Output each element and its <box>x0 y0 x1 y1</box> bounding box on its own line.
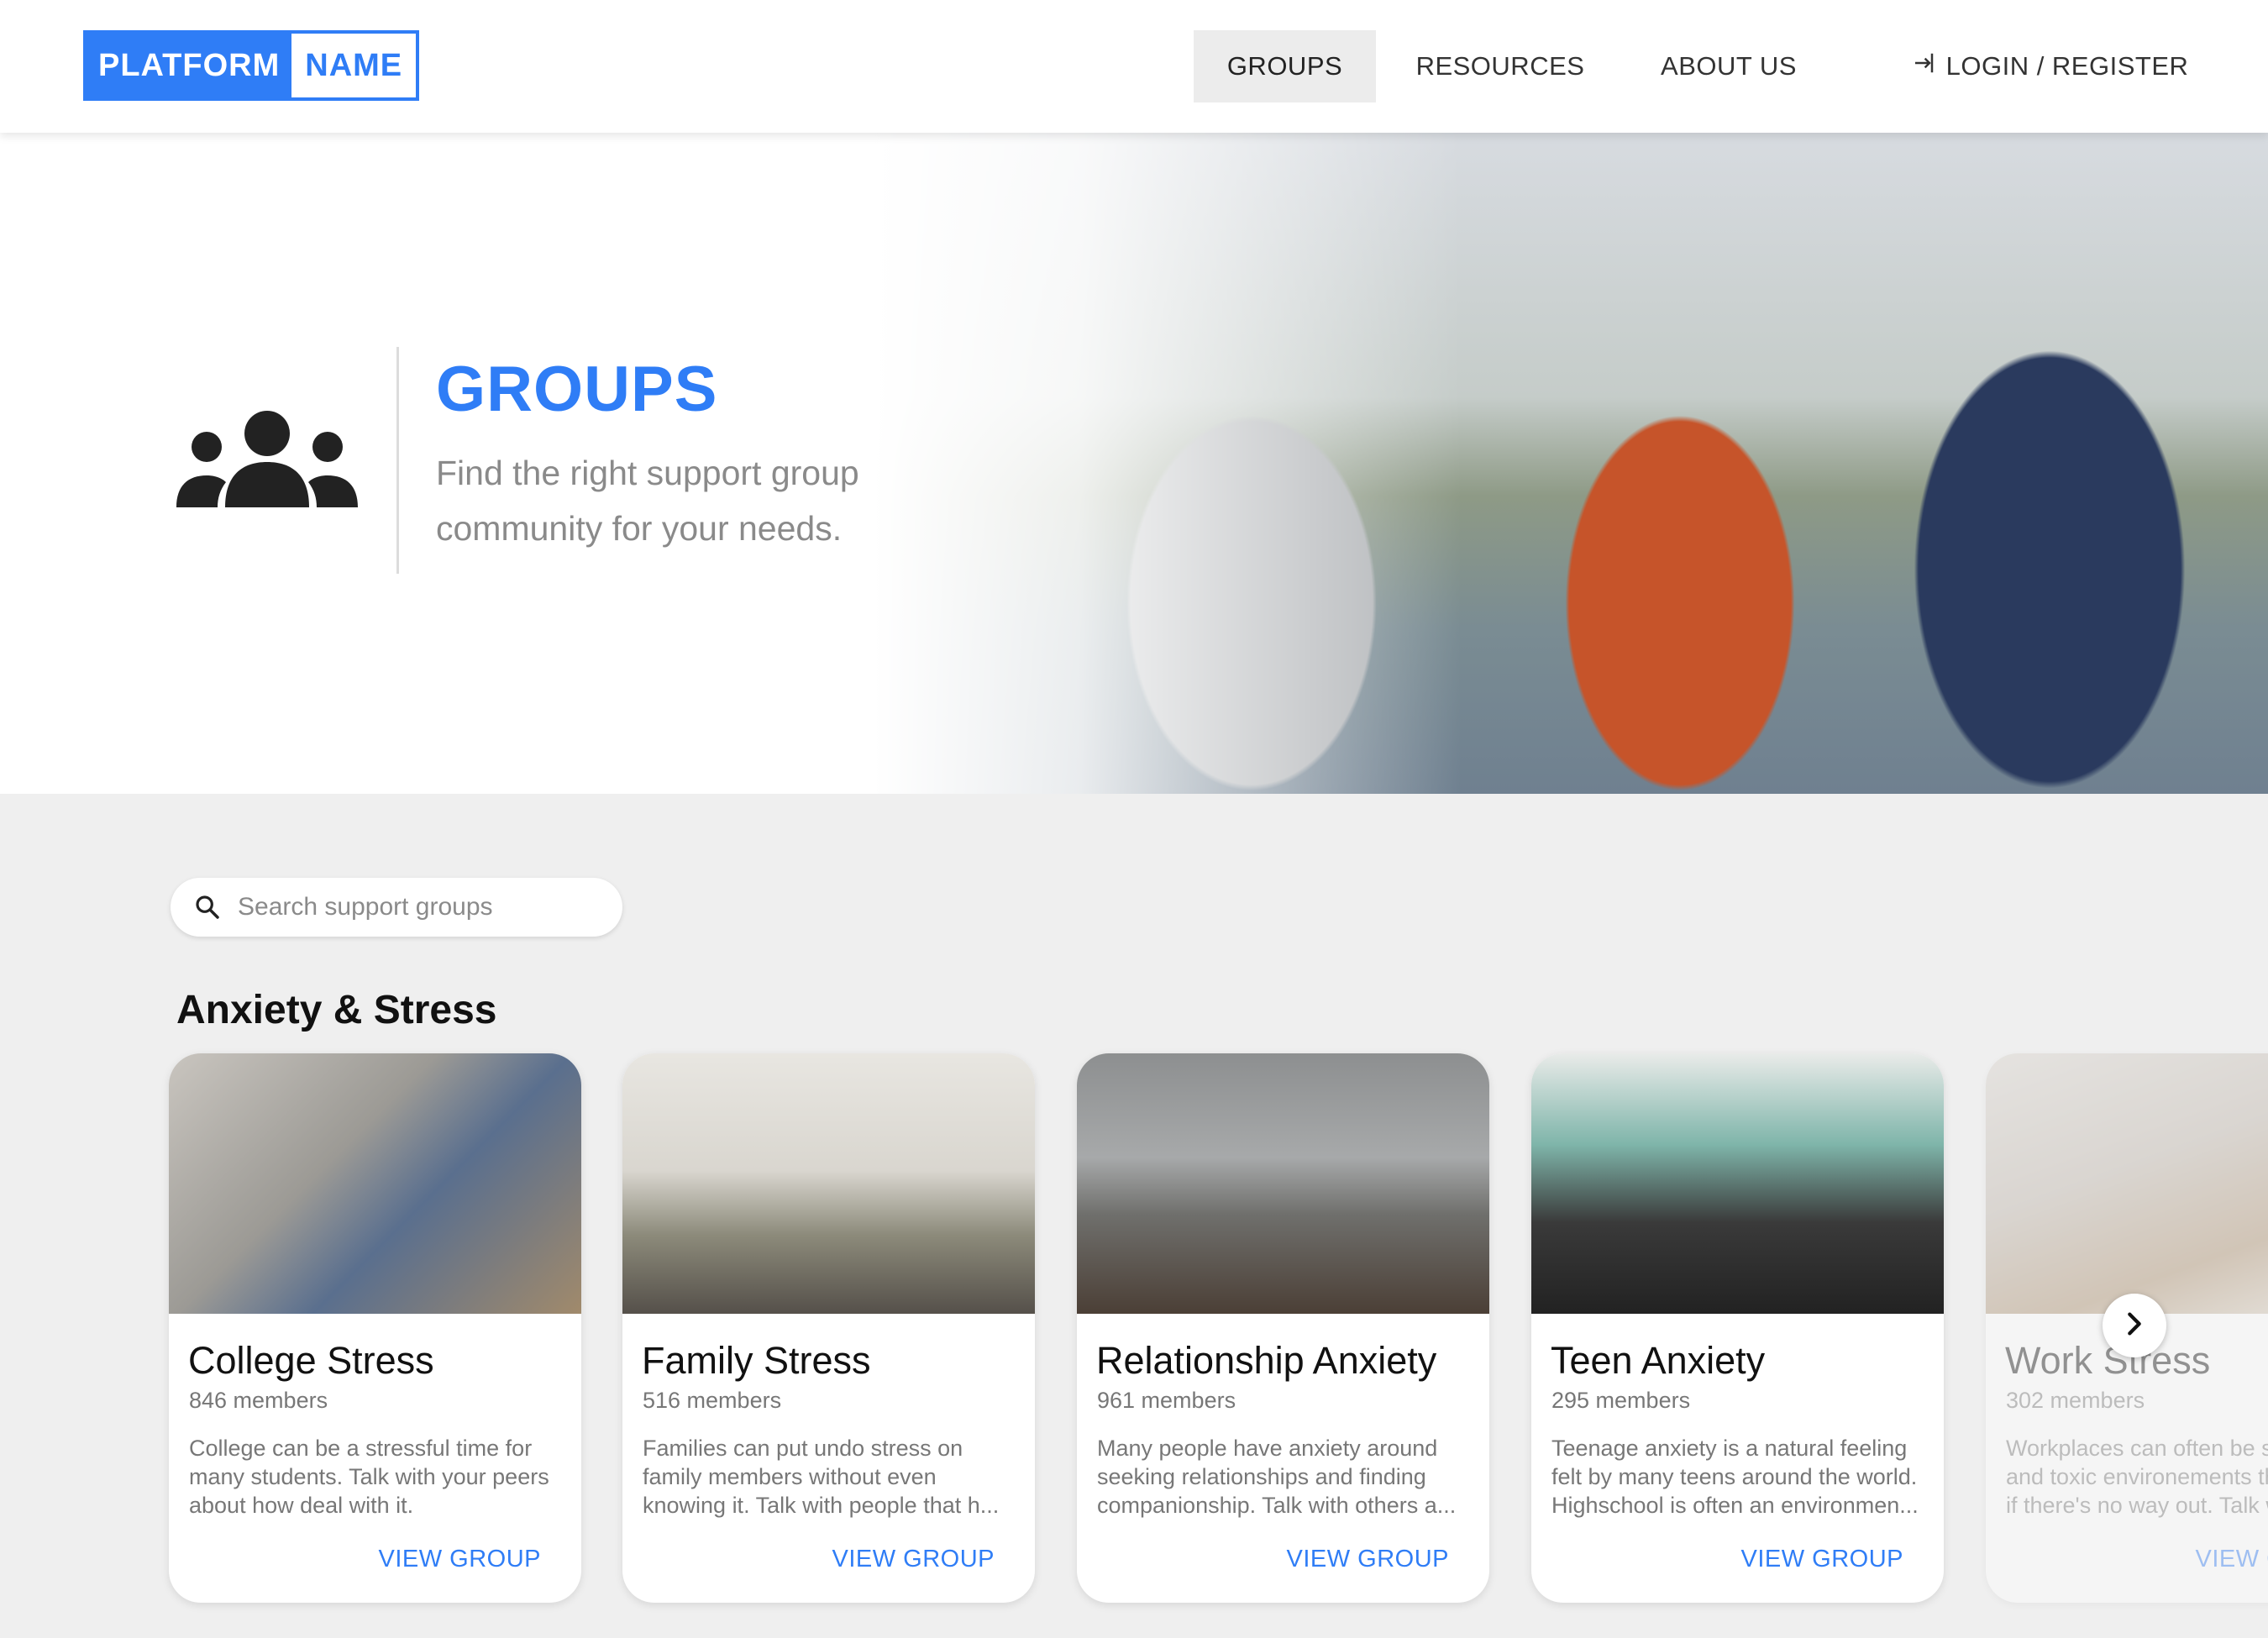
group-description: Teenage anxiety is a natural feeling fel… <box>1551 1436 1919 1518</box>
nav-resources[interactable]: RESOURCES <box>1403 30 1598 102</box>
hero-banner: GROUPS Find the right support group comm… <box>0 133 2268 794</box>
login-icon <box>1911 50 1936 82</box>
people-group-icon <box>176 410 358 512</box>
group-name: Family Stress <box>642 1339 871 1382</box>
group-name: Teen Anxiety <box>1551 1339 1766 1382</box>
group-name: Work Stress <box>2005 1339 2211 1382</box>
page-subtitle: Find the right support group community f… <box>436 454 859 548</box>
view-group-button[interactable]: VIEW GROUP <box>2195 1546 2268 1573</box>
group-card[interactable]: Family Stress 516 members Families can p… <box>622 1053 1035 1603</box>
view-group-button[interactable]: VIEW GROUP <box>1286 1546 1449 1573</box>
group-card-image <box>1531 1053 1944 1314</box>
carousel-next-button[interactable] <box>2103 1294 2166 1357</box>
group-name: Relationship Anxiety <box>1096 1339 1437 1382</box>
group-card-image <box>1077 1053 1489 1314</box>
group-name: College Stress <box>188 1339 434 1382</box>
group-card-image <box>622 1053 1035 1314</box>
group-members: 516 members <box>643 1388 782 1413</box>
nav-resources-label: RESOURCES <box>1415 51 1585 81</box>
group-card-image <box>169 1053 581 1314</box>
nav-groups-label: GROUPS <box>1226 51 1343 81</box>
group-card[interactable]: College Stress 846 members College can b… <box>169 1053 581 1603</box>
group-members: 302 members <box>2006 1388 2145 1413</box>
group-card[interactable]: Relationship Anxiety 961 members Many pe… <box>1077 1053 1489 1603</box>
top-navbar: PLATFORM NAME GROUPS RESOURCES ABOUT US … <box>0 0 2268 133</box>
group-description: Families can put undo stress on family m… <box>643 1436 1000 1518</box>
group-members: 961 members <box>1097 1388 1236 1413</box>
hero-divider <box>396 347 399 574</box>
view-group-button[interactable]: VIEW GROUP <box>1740 1546 1903 1573</box>
search-bar[interactable] <box>171 878 622 937</box>
search-icon <box>194 894 221 921</box>
group-description: College can be a stressful time for many… <box>189 1436 549 1518</box>
logo-text-part2: NAME <box>291 34 417 97</box>
nav-login-register[interactable]: LOGIN / REGISTER <box>1907 30 2192 102</box>
group-card[interactable]: Teen Anxiety 295 members Teenage anxiety… <box>1531 1053 1944 1603</box>
nav-login-label: LOGIN / REGISTER <box>1945 51 2189 81</box>
group-description: Workplaces can often be stressful and to… <box>2006 1436 2268 1518</box>
page-title: GROUPS <box>436 354 718 425</box>
platform-logo[interactable]: PLATFORM NAME <box>83 30 420 101</box>
view-group-button[interactable]: VIEW GROUP <box>378 1546 541 1573</box>
chevron-right-icon <box>2120 1310 2149 1342</box>
logo-text-part1: PLATFORM <box>87 34 292 97</box>
hero-photo-fade <box>874 133 1462 794</box>
group-card-image <box>1986 1053 2268 1314</box>
nav-about-us[interactable]: ABOUT US <box>1642 30 1815 102</box>
view-group-button[interactable]: VIEW GROUP <box>832 1546 995 1573</box>
search-input[interactable] <box>236 892 592 922</box>
group-members: 846 members <box>189 1388 328 1413</box>
group-members: 295 members <box>1551 1388 1691 1413</box>
nav-about-label: ABOUT US <box>1661 51 1797 81</box>
section-title: Anxiety & Stress <box>176 988 497 1032</box>
group-description: Many people have anxiety around seeking … <box>1097 1436 1457 1518</box>
nav-groups[interactable]: GROUPS <box>1194 30 1376 102</box>
